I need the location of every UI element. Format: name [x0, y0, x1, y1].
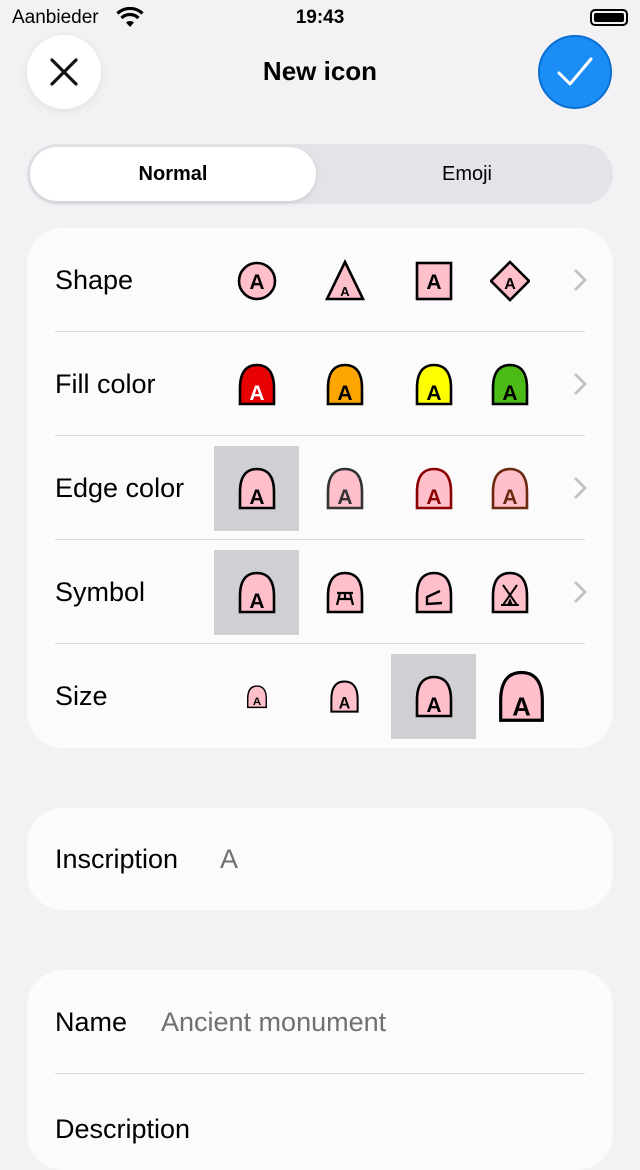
inscription-card: Inscription A: [27, 808, 613, 910]
arch-icon: A: [238, 467, 275, 509]
segment-emoji[interactable]: Emoji: [324, 147, 610, 201]
arch-icon: A: [491, 467, 528, 509]
option-choice[interactable]: A: [391, 446, 476, 531]
done-button[interactable]: [538, 35, 612, 109]
svg-text:A: A: [502, 486, 517, 509]
svg-text:A: A: [426, 486, 441, 509]
square-icon: A: [415, 261, 452, 300]
option-choice[interactable]: A: [214, 342, 299, 427]
option-label: Edge color: [55, 473, 185, 503]
option-choice[interactable]: A: [214, 446, 299, 531]
triangle-icon: A: [324, 258, 365, 300]
arch-icon: A: [415, 675, 452, 717]
arch-icon: A: [415, 363, 452, 405]
option-choice[interactable]: A: [214, 550, 299, 635]
arch-icon: [415, 571, 452, 613]
clipped-choice: A: [487, 228, 533, 332]
svg-text:A: A: [249, 486, 264, 509]
option-choice[interactable]: A: [391, 238, 476, 323]
option-choice[interactable]: A: [302, 654, 387, 739]
segment-normal[interactable]: Normal: [30, 147, 316, 201]
option-label: Symbol: [55, 577, 146, 607]
arch-icon: A: [330, 680, 359, 713]
option-row-fill-color: Fill color A A A A: [27, 332, 613, 436]
svg-text:A: A: [337, 382, 352, 405]
svg-text:A: A: [337, 486, 352, 509]
svg-text:A: A: [249, 590, 264, 613]
description-label: Description: [55, 1114, 191, 1144]
svg-text:A: A: [249, 382, 264, 405]
circle-icon: A: [237, 261, 276, 300]
clipped-choice: [487, 540, 533, 644]
option-label: Size: [55, 681, 108, 711]
checkmark-icon: [557, 57, 593, 86]
arch-icon: A: [238, 571, 275, 613]
svg-text:A: A: [504, 276, 516, 293]
description-row[interactable]: Description: [27, 1074, 613, 1170]
inscription-row[interactable]: Inscription A: [27, 808, 613, 910]
clipped-choice: A: [487, 332, 533, 436]
option-choice[interactable]: [391, 550, 476, 635]
svg-text:A: A: [339, 694, 351, 712]
arch-icon: A: [415, 467, 452, 509]
inscription-label: Inscription: [55, 844, 179, 874]
arch-icon: A: [238, 363, 275, 405]
option-choice[interactable]: A: [479, 654, 564, 739]
inscription-input[interactable]: A: [220, 808, 238, 910]
details-card: Name Ancient monument Description: [27, 970, 613, 1170]
arch-icon: A: [491, 363, 528, 405]
option-choice[interactable]: A: [487, 238, 533, 323]
chevron-right-icon[interactable]: [570, 578, 590, 606]
status-bar: Aanbieder 19:43: [0, 0, 640, 36]
icon-type-segmented-control: Normal Emoji: [27, 144, 613, 204]
option-label: Fill color: [55, 369, 156, 399]
svg-text:A: A: [512, 693, 531, 721]
name-input[interactable]: Ancient monument: [161, 970, 386, 1074]
option-row-shape: Shape A A A A: [27, 228, 613, 332]
svg-text:A: A: [426, 271, 441, 294]
chevron-right-icon[interactable]: [570, 370, 590, 398]
arch-icon: A: [326, 467, 363, 509]
option-choice[interactable]: A: [302, 238, 387, 323]
option-label: Shape: [55, 265, 134, 295]
diamond-icon: A: [489, 259, 530, 302]
option-choice[interactable]: A: [302, 342, 387, 427]
svg-text:A: A: [502, 382, 517, 405]
svg-text:A: A: [340, 284, 350, 299]
chevron-right-icon[interactable]: [570, 266, 590, 294]
svg-text:A: A: [426, 382, 441, 405]
svg-text:A: A: [426, 694, 441, 717]
name-label: Name: [55, 1007, 128, 1037]
icon-options-card: Shape A A A A Fill color A A A A Edge color A A A A Sym…: [27, 228, 613, 748]
option-choice[interactable]: [487, 550, 533, 635]
option-choice[interactable]: A: [214, 654, 299, 739]
option-choice[interactable]: A: [302, 446, 387, 531]
arch-icon: [491, 571, 528, 613]
option-row-symbol: Symbol A: [27, 540, 613, 644]
svg-text:A: A: [252, 696, 260, 708]
clock: 19:43: [295, 7, 345, 28]
option-choice[interactable]: A: [391, 342, 476, 427]
option-row-size: Size A A A A: [27, 644, 613, 748]
battery-icon: [590, 9, 628, 26]
option-choice[interactable]: A: [214, 238, 299, 323]
arch-icon: [326, 571, 363, 613]
name-row[interactable]: Name Ancient monument: [27, 970, 613, 1074]
chevron-right-icon[interactable]: [570, 474, 590, 502]
arch-icon: A: [499, 670, 544, 722]
svg-text:A: A: [249, 271, 264, 294]
option-choice[interactable]: [302, 550, 387, 635]
arch-icon: A: [326, 363, 363, 405]
clipped-choice: A: [487, 436, 533, 540]
option-choice[interactable]: A: [487, 342, 533, 427]
option-row-edge-color: Edge color A A A A: [27, 436, 613, 540]
arch-icon: A: [246, 684, 267, 708]
option-choice[interactable]: A: [391, 654, 476, 739]
option-choice[interactable]: A: [487, 446, 533, 531]
